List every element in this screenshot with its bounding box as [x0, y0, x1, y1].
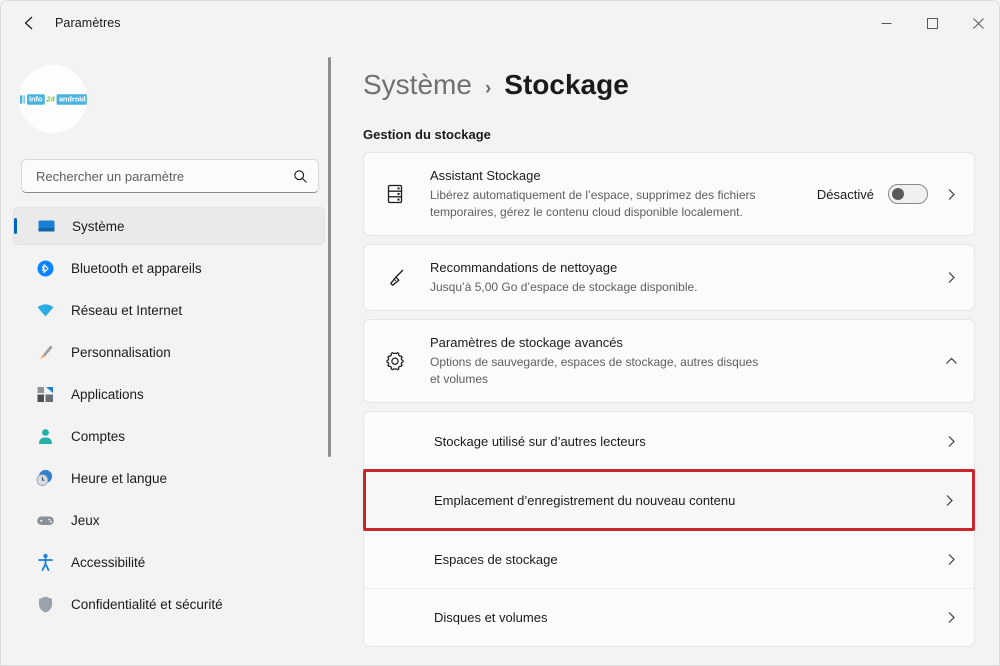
- logo-bars-icon: [19, 94, 26, 104]
- maximize-button[interactable]: [909, 1, 955, 45]
- sidebar-item-label: Réseau et Internet: [71, 302, 183, 318]
- sidebar-scrollbar-thumb[interactable]: [328, 57, 331, 457]
- sub-item-label: Disques et volumes: [434, 610, 548, 625]
- chevron-right-icon[interactable]: [942, 271, 960, 284]
- sidebar-item-label: Heure et langue: [71, 470, 168, 486]
- logo-android-text: android: [56, 93, 87, 105]
- logo-num-text: 24: [46, 94, 55, 104]
- sidebar-item-label: Applications: [71, 386, 144, 402]
- search-container: [21, 159, 319, 193]
- search-input[interactable]: [36, 168, 293, 184]
- sidebar-item-bluetooth[interactable]: Bluetooth et appareils: [13, 249, 325, 287]
- sidebar-item-label: Confidentialité et sécurité: [71, 596, 223, 612]
- sidebar-item-jeux[interactable]: Jeux: [13, 501, 325, 539]
- title-bar: Paramètres: [1, 1, 999, 45]
- chevron-right-icon: ›: [484, 78, 492, 99]
- breadcrumb-parent[interactable]: Système: [363, 69, 472, 101]
- app-title: Paramètres: [55, 16, 121, 30]
- wifi-icon: [35, 300, 55, 320]
- back-arrow-icon: [24, 16, 33, 30]
- sub-item-emplacement-enregistrement[interactable]: Emplacement d’enregistrement du nouveau …: [363, 469, 975, 531]
- card-title: Recommandations de nettoyage: [430, 260, 618, 275]
- brush-icon: [35, 342, 55, 362]
- sidebar-item-label: Accessibilité: [71, 554, 146, 570]
- chevron-right-icon[interactable]: [942, 553, 960, 566]
- window-controls: [863, 1, 999, 45]
- card-assistant-stockage[interactable]: Assistant Stockage Libérez automatiqueme…: [363, 152, 975, 236]
- sidebar-item-comptes[interactable]: Comptes: [13, 417, 325, 455]
- card-recommandations-nettoyage[interactable]: Recommandations de nettoyage Jusqu’à 5,0…: [363, 244, 975, 311]
- sidebar: info 24 android Rechercher un paramètre …: [1, 45, 345, 665]
- site-logo: info 24 android: [19, 93, 87, 105]
- sub-item-disques-et-volumes[interactable]: Disques et volumes: [364, 588, 974, 646]
- sub-item-stockage-autres-lecteurs[interactable]: Stockage utilisé sur d’autres lecteurs: [364, 412, 974, 470]
- broom-icon: [382, 266, 408, 290]
- chevron-right-icon[interactable]: [942, 611, 960, 624]
- sidebar-item-personnalisation[interactable]: Personnalisation: [13, 333, 325, 371]
- logo-info-text: info: [26, 93, 45, 105]
- minimize-icon: [881, 22, 891, 24]
- toggle-state-label: Désactivé: [816, 186, 874, 202]
- sub-item-label: Emplacement d’enregistrement du nouveau …: [434, 492, 736, 508]
- card-title: Assistant Stockage: [430, 168, 541, 183]
- avatar[interactable]: info 24 android: [19, 65, 87, 133]
- page-title: Stockage: [504, 69, 629, 100]
- sidebar-item-reseau[interactable]: Réseau et Internet: [13, 291, 325, 329]
- bluetooth-icon: [35, 258, 55, 278]
- sidebar-item-accessibilite[interactable]: Accessibilité: [13, 543, 325, 581]
- apps-icon: [35, 384, 55, 404]
- gear-icon: [382, 349, 408, 373]
- sidebar-item-confidentialite[interactable]: Confidentialité et sécurité: [13, 585, 325, 623]
- sidebar-item-systeme[interactable]: Système: [13, 207, 325, 245]
- sidebar-nav: Système Bluetooth et appareils Réseau et…: [13, 207, 325, 627]
- chevron-up-icon[interactable]: [942, 355, 960, 368]
- accessibility-icon: [35, 552, 55, 572]
- close-icon: [972, 17, 984, 29]
- sidebar-item-label: Bluetooth et appareils: [71, 260, 202, 276]
- monitor-icon: [36, 216, 56, 236]
- minimize-button[interactable]: [863, 1, 909, 45]
- shield-icon: [35, 594, 55, 614]
- chevron-right-icon[interactable]: [942, 188, 960, 201]
- clock-globe-icon: [36, 469, 53, 486]
- main-content: Système › Stockage Gestion du stockage A…: [345, 45, 999, 665]
- settings-window: Paramètres info 24 android Rechercher un…: [0, 0, 1000, 666]
- gamepad-icon: [35, 510, 55, 530]
- sidebar-item-heure[interactable]: Heure et langue: [13, 459, 325, 497]
- sidebar-item-label: Jeux: [71, 512, 100, 528]
- search-box[interactable]: [21, 159, 319, 193]
- close-button[interactable]: [955, 1, 999, 45]
- sub-item-espaces-de-stockage[interactable]: Espaces de stockage: [364, 530, 974, 588]
- storage-rack-icon: [382, 182, 408, 206]
- section-title: Gestion du stockage: [363, 127, 491, 142]
- search-icon: [294, 169, 307, 183]
- back-button[interactable]: [13, 8, 47, 38]
- sidebar-item-label: Système: [72, 218, 125, 234]
- maximize-icon: [926, 17, 938, 29]
- sidebar-scrollbar[interactable]: [328, 57, 331, 497]
- sub-item-label: Stockage utilisé sur d’autres lecteurs: [434, 433, 646, 449]
- chevron-right-icon[interactable]: [942, 435, 960, 448]
- sub-item-label: Espaces de stockage: [434, 552, 558, 567]
- chevron-right-icon[interactable]: [940, 494, 958, 507]
- breadcrumb: Système › Stockage: [363, 69, 975, 101]
- card-description: Options de sauvegarde, espaces de stocka…: [430, 355, 759, 386]
- person-icon: [35, 426, 55, 446]
- card-description: Libérez automatiquement de l’espace, sup…: [430, 188, 756, 219]
- sidebar-item-applications[interactable]: Applications: [13, 375, 325, 413]
- sidebar-item-label: Personnalisation: [71, 344, 171, 360]
- storage-sense-toggle[interactable]: [888, 184, 928, 204]
- sidebar-item-label: Comptes: [71, 428, 126, 444]
- card-parametres-stockage-avances[interactable]: Paramètres de stockage avancés Options d…: [363, 319, 975, 403]
- advanced-storage-sublist: Stockage utilisé sur d’autres lecteurs E…: [363, 411, 975, 647]
- card-description: Jusqu’à 5,00 Go d’espace de stockage dis…: [430, 280, 698, 294]
- card-title: Paramètres de stockage avancés: [430, 335, 623, 350]
